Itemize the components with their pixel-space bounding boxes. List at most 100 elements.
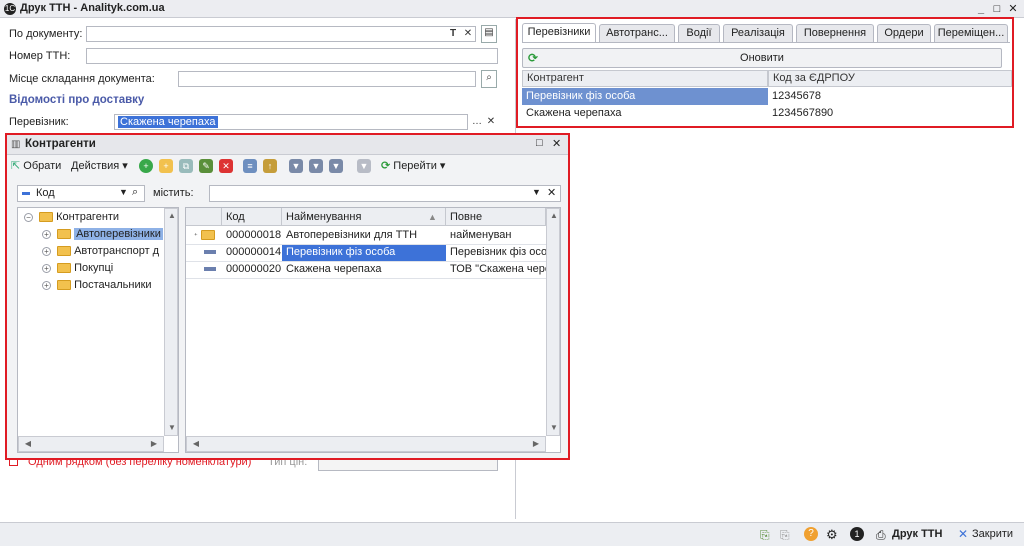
search-icon[interactable]: ⌕ [132, 186, 138, 199]
minimize-button[interactable]: _ [974, 2, 988, 16]
tab-transfers[interactable]: Переміщен... [934, 24, 1008, 42]
clear-filter-icon[interactable]: ✕ [547, 186, 556, 199]
add-folder-icon[interactable]: + [159, 159, 173, 173]
col-contractor[interactable]: Контрагент [522, 70, 768, 87]
scroll-right-icon[interactable]: ▶ [147, 437, 161, 451]
gear-icon[interactable]: ⚙ [826, 527, 838, 543]
table-row[interactable]: Перевізник фіз особа [522, 88, 768, 105]
table-cell[interactable]: 12345678 [768, 88, 1012, 105]
select-button[interactable]: ⇱ Обрати [11, 157, 61, 175]
scroll-down-icon[interactable]: ▼ [547, 421, 561, 435]
list-cell-full[interactable]: Перевізник фіз осо [446, 244, 546, 261]
print-ttn-button[interactable]: Друк ТТН [892, 528, 942, 540]
tab-sales[interactable]: Реалізація [723, 24, 793, 42]
groups-tree: − Контрагенти + Автоперевізники + Автотр… [17, 207, 179, 453]
close-window-button[interactable]: ✕ [1006, 2, 1020, 16]
actions-menu[interactable]: Действия ▾ [71, 157, 128, 175]
ttn-label: Номер ТТН: [9, 50, 71, 62]
expand-icon[interactable]: + [42, 246, 51, 256]
chevron-down-icon[interactable]: ▼ [532, 187, 541, 197]
list-cell-name[interactable]: Перевізник фіз особа [282, 244, 446, 261]
scroll-up-icon[interactable]: ▲ [547, 209, 561, 223]
carrier-value: Скажена черепаха [118, 116, 218, 128]
tree-hscrollbar[interactable]: ◀ ▶ [18, 436, 164, 452]
scroll-down-icon[interactable]: ▼ [165, 421, 179, 435]
search-icon[interactable]: ⌕ [481, 70, 497, 88]
goto-menu[interactable]: ⟳ Перейти ▾ [381, 157, 445, 175]
table-cell[interactable]: 1234567890 [768, 105, 1012, 122]
tree-item[interactable]: + Автоперевізники [42, 228, 163, 240]
tab-returns[interactable]: Повернення [796, 24, 874, 42]
tree-item[interactable]: + Автотранспорт д [42, 245, 159, 257]
tab-orders[interactable]: Ордери [877, 24, 931, 42]
expand-icon[interactable]: + [42, 229, 51, 239]
expand-icon[interactable]: + [42, 263, 51, 273]
list-cell-code[interactable]: 000000014 [222, 244, 282, 261]
place-input[interactable] [178, 71, 476, 87]
tree-root[interactable]: − Контрагенти [24, 211, 119, 223]
contractors-dialog: ▥ Контрагенти □ ✕ ⇱ Обрати Действия ▾ + … [5, 133, 570, 460]
select-icon: ⇱ [11, 160, 21, 172]
dialog-close-button[interactable]: ✕ [552, 137, 561, 150]
list-cell-name[interactable]: Скажена черепаха [282, 261, 446, 278]
save-icon[interactable]: ⎘ [780, 528, 790, 543]
filter-value-icon[interactable]: ▼ [309, 159, 323, 173]
col-edrpou[interactable]: Код за ЄДРПОУ [768, 70, 1012, 87]
close-button[interactable]: Закрити [972, 528, 1013, 540]
field-type-icon [22, 192, 30, 195]
element-icon [204, 250, 216, 255]
list-cell-code[interactable]: 000000020 [222, 261, 282, 278]
scroll-right-icon[interactable]: ▶ [529, 437, 543, 451]
collapse-icon[interactable]: − [24, 212, 33, 222]
col-fullname[interactable]: Повне найменуван [446, 208, 546, 241]
scroll-left-icon[interactable]: ◀ [21, 437, 35, 451]
doc-select-icon[interactable]: ▤ [481, 25, 497, 43]
add-icon[interactable]: + [139, 159, 153, 173]
delete-icon[interactable]: ✕ [219, 159, 233, 173]
filter-field-select[interactable]: Код ▼ ⌕ [17, 185, 145, 202]
list-cell-name[interactable]: Автоперевізники для ТТН [282, 227, 446, 244]
doc-label: По документу: [9, 28, 83, 40]
ttn-input[interactable] [86, 48, 498, 64]
doc-input[interactable] [86, 26, 476, 42]
refresh-button[interactable]: ⟳ Оновити [522, 48, 1002, 68]
hierarchy-icon[interactable]: ≡ [243, 159, 257, 173]
tab-carriers[interactable]: Перевізники [522, 23, 596, 43]
document-icon[interactable]: ⎘ [760, 528, 770, 543]
maximize-button[interactable]: □ [990, 2, 1004, 16]
filter-value-input[interactable]: ▼ ✕ [209, 185, 561, 202]
carrier-input[interactable]: Скажена черепаха [114, 114, 468, 130]
chevron-down-icon[interactable]: ▼ [119, 187, 128, 197]
level-up-icon[interactable]: ↑ [263, 159, 277, 173]
list-cell-code[interactable]: 000000018 [222, 227, 282, 244]
col-code[interactable]: Код [222, 208, 282, 226]
list-hscrollbar[interactable]: ◀ ▶ [186, 436, 546, 452]
tab-transport[interactable]: Автотранс... [599, 24, 675, 42]
filter-off-icon[interactable]: ▼ [357, 159, 371, 173]
table-row[interactable]: Скажена черепаха [522, 105, 768, 122]
edit-icon[interactable]: ✎ [199, 159, 213, 173]
carrier-select-button[interactable]: … [470, 115, 484, 129]
dialog-maximize-button[interactable]: □ [536, 137, 543, 149]
copy-icon[interactable]: ⧉ [179, 159, 193, 173]
col-name[interactable]: Найменування ▲ [282, 208, 446, 226]
tab-drivers[interactable]: Водії [678, 24, 720, 42]
list-vscrollbar[interactable]: ▲ ▼ [546, 208, 560, 436]
help-icon[interactable]: ? [804, 527, 818, 541]
scroll-up-icon[interactable]: ▲ [165, 209, 179, 223]
type-t-button[interactable]: T [446, 27, 460, 41]
row-divider [186, 261, 546, 262]
filter-icon[interactable]: ▼ [289, 159, 303, 173]
filter-list-icon[interactable]: ▼ [329, 159, 343, 173]
list-cell-full[interactable]: ТОВ "Скажена чере [446, 261, 546, 278]
list-cell-full[interactable] [446, 227, 546, 244]
expand-icon[interactable]: + [42, 280, 51, 290]
tree-vscrollbar[interactable]: ▲ ▼ [164, 208, 178, 436]
tree-item[interactable]: + Покупці [42, 262, 113, 274]
carrier-clear-button[interactable]: ✕ [484, 115, 498, 129]
scroll-left-icon[interactable]: ◀ [189, 437, 203, 451]
tree-item[interactable]: + Постачальники [42, 279, 152, 291]
app-logo-icon[interactable]: 1 [850, 527, 864, 541]
folder-icon [57, 263, 71, 274]
clear-doc-button[interactable]: ✕ [461, 27, 475, 41]
